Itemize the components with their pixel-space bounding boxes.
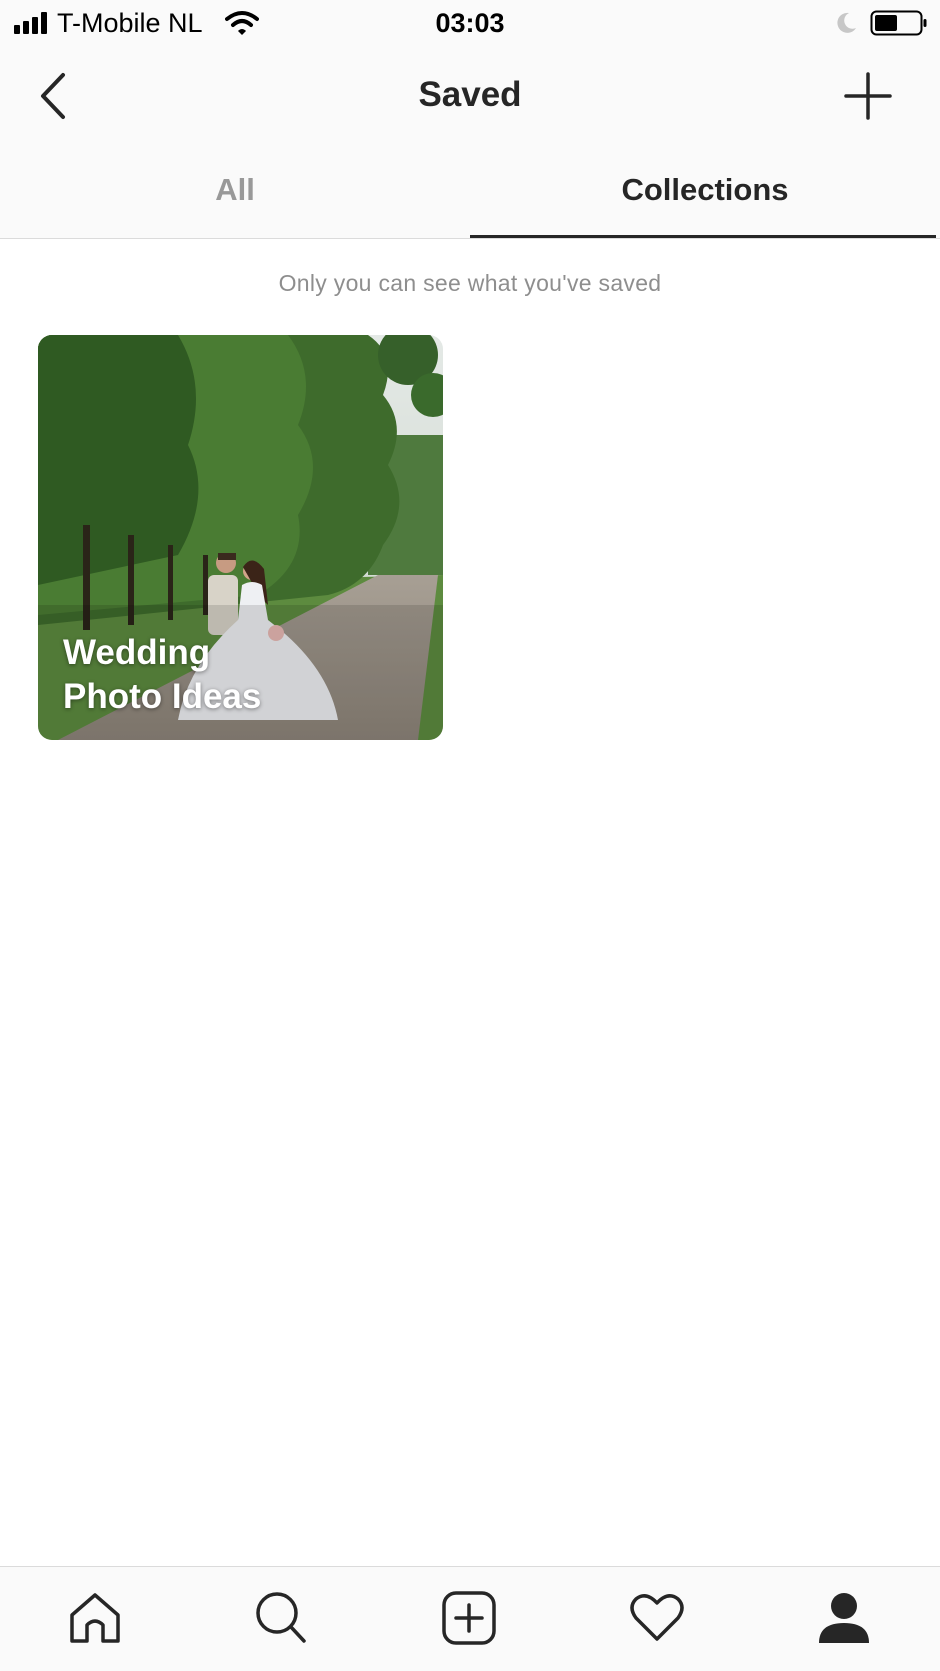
tab-all[interactable]: All [0,142,470,238]
search-icon[interactable] [252,1589,310,1647]
nav-bar: Saved [0,48,940,142]
collection-card[interactable]: Wedding Photo Ideas [38,335,443,740]
battery-icon [870,10,927,36]
profile-icon[interactable] [815,1589,873,1647]
home-icon[interactable] [66,1589,124,1647]
saved-tabs: All Collections [0,142,940,239]
plus-icon[interactable] [840,68,896,124]
moon-icon [837,12,856,33]
active-tab-indicator [470,235,936,238]
page-title: Saved [418,75,522,114]
privacy-notice: Only you can see what you've saved [278,270,662,296]
collection-name: Wedding Photo Ideas [63,633,262,716]
new-post-icon[interactable] [440,1589,498,1647]
status-bar: T-Mobile NL 03:03 [0,0,940,48]
status-time: 03:03 [435,8,505,38]
activity-heart-icon[interactable] [628,1589,686,1647]
bottom-tab-bar [0,1566,940,1671]
tab-collections[interactable]: Collections [470,142,940,238]
